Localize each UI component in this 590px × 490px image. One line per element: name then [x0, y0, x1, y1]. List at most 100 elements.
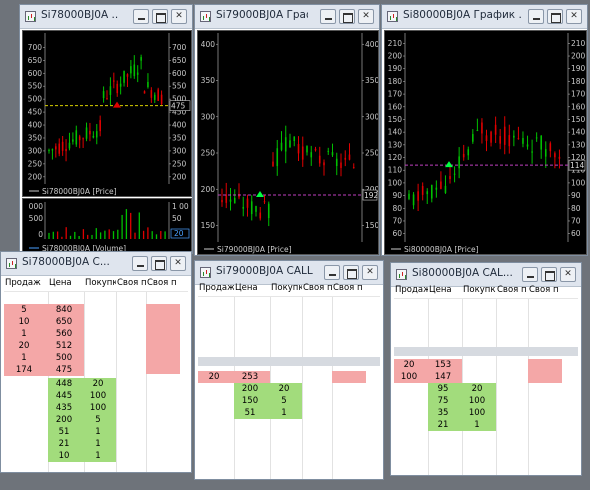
title-bar[interactable]: Si78000BJ0A ... — [20, 5, 192, 29]
price-cell[interactable]: 147 — [428, 372, 458, 383]
price-cell[interactable]: 75 — [428, 396, 458, 407]
column-header[interactable]: Своя п — [496, 285, 528, 298]
buy-volume-cell[interactable]: 1 — [462, 420, 492, 431]
minimize-button[interactable] — [320, 9, 336, 24]
title-bar[interactable]: Si78000BJ0A C... — [1, 252, 191, 276]
price-chart-panel[interactable]: 400 400 350 350 300 300 250 250 200 200 150 150 192 S… — [197, 30, 379, 255]
column-header[interactable]: Продаж — [394, 285, 428, 298]
buy-volume-cell[interactable]: 1 — [84, 427, 112, 438]
minimize-button[interactable] — [133, 9, 149, 24]
price-cell[interactable]: 150 — [234, 396, 266, 407]
sell-volume-cell[interactable]: 174 — [4, 365, 44, 376]
volume-chart-panel[interactable]: 000 500 0 1 00 50 20 Si78000BJ0A [Volume] — [22, 198, 192, 253]
sell-volume-cell[interactable]: 1 — [4, 329, 44, 340]
buy-volume-cell[interactable]: 1 — [84, 439, 112, 450]
buy-volume-cell[interactable]: 1 — [270, 408, 298, 419]
sell-volume-cell[interactable]: 20 — [4, 341, 44, 352]
close-button[interactable] — [560, 267, 576, 282]
price-cell[interactable]: 253 — [234, 372, 266, 383]
buy-volume-cell[interactable]: 5 — [270, 396, 298, 407]
column-header[interactable]: Своя п — [146, 278, 180, 291]
title-bar[interactable]: Si79000BJ0A CALL ... — [195, 261, 383, 285]
price-cell[interactable]: 51 — [48, 427, 80, 438]
minimize-button[interactable] — [324, 265, 340, 280]
buy-volume-cell[interactable]: 20 — [462, 384, 492, 395]
price-cell[interactable]: 650 — [48, 317, 80, 328]
buy-volume-cell[interactable]: 20 — [84, 379, 112, 390]
price-cell[interactable]: 51 — [234, 408, 266, 419]
maximize-button[interactable] — [547, 9, 563, 24]
buy-volume-cell[interactable]: 20 — [270, 384, 298, 395]
price-cell[interactable]: 560 — [48, 329, 80, 340]
table-header: ПродажЦенаПокупкаСвоя пСвоя п — [394, 285, 578, 299]
column-header[interactable]: Покупка — [270, 283, 302, 296]
chart-window-si78000[interactable]: Si78000BJ0A ... 700 700 650 650 600 600 550 550… — [19, 4, 193, 254]
column-header[interactable]: Продаж — [198, 283, 234, 296]
title-bar[interactable]: Si80000BJ0A График ... — [382, 5, 587, 29]
close-button[interactable] — [566, 9, 582, 24]
column-header[interactable]: Цена — [48, 278, 84, 291]
price-cell[interactable]: 500 — [48, 353, 80, 364]
column-header[interactable]: Своя п — [302, 283, 332, 296]
sell-volume-cell[interactable]: 20 — [198, 372, 230, 383]
buy-volume-cell[interactable]: 100 — [462, 396, 492, 407]
price-cell[interactable]: 21 — [48, 439, 80, 450]
column-header[interactable]: Своя п — [116, 278, 146, 291]
price-cell[interactable]: 445 — [48, 391, 80, 402]
price-chart-panel[interactable]: 210 210 200 200 190 190 180 180 170 170 160 160 150 1… — [384, 30, 587, 255]
price-cell[interactable]: 512 — [48, 341, 80, 352]
buy-volume-cell[interactable]: 100 — [84, 403, 112, 414]
minimize-button[interactable] — [132, 256, 148, 271]
column-header[interactable]: Продаж — [4, 278, 48, 291]
chart-window-si79000[interactable]: Si79000BJ0A Граф... 400 400 350 350 300 300 25… — [194, 4, 380, 256]
column-header[interactable]: Покупка — [462, 285, 496, 298]
quotes-window-si79000[interactable]: Si79000BJ0A CALL ... ПродажЦенаПокупкаСв… — [194, 260, 384, 480]
column-header[interactable]: Цена — [234, 283, 270, 296]
price-cell[interactable]: 10 — [48, 451, 80, 462]
column-header[interactable]: Своя п — [332, 283, 366, 296]
sell-volume-cell[interactable]: 5 — [4, 305, 44, 316]
sell-volume-cell[interactable]: 10 — [4, 317, 44, 328]
sell-volume-cell[interactable]: 1 — [4, 353, 44, 364]
buy-volume-cell[interactable]: 100 — [84, 391, 112, 402]
minimize-button[interactable] — [528, 9, 544, 24]
maximize-button[interactable] — [152, 9, 168, 24]
price-cell[interactable]: 840 — [48, 305, 80, 316]
price-cell[interactable]: 200 — [234, 384, 266, 395]
price-cell[interactable]: 200 — [48, 415, 80, 426]
price-cell[interactable]: 153 — [428, 360, 458, 371]
column-header[interactable]: Цена — [428, 285, 462, 298]
price-cell[interactable]: 95 — [428, 384, 458, 395]
quotes-table[interactable]: ПродажЦенаПокупкаСвоя пСвоя п20153100147… — [394, 285, 578, 475]
maximize-button[interactable] — [541, 267, 557, 282]
sell-volume-cell[interactable]: 100 — [394, 372, 424, 383]
close-button[interactable] — [362, 265, 378, 280]
quotes-window-si80000[interactable]: Si80000BJ0A CAL... ПродажЦенаПокупкаСвоя… — [390, 262, 582, 476]
close-button[interactable] — [358, 9, 374, 24]
buy-volume-cell[interactable]: 1 — [84, 451, 112, 462]
column-header[interactable]: Своя п — [528, 285, 562, 298]
buy-volume-cell[interactable]: 5 — [84, 415, 112, 426]
close-button[interactable] — [171, 9, 187, 24]
maximize-button[interactable] — [339, 9, 355, 24]
maximize-button[interactable] — [343, 265, 359, 280]
close-button[interactable] — [170, 256, 186, 271]
title-bar[interactable]: Si79000BJ0A Граф... — [195, 5, 379, 29]
title-bar[interactable]: Si80000BJ0A CAL... — [391, 263, 581, 287]
price-cell[interactable]: 475 — [48, 365, 80, 376]
price-cell[interactable]: 21 — [428, 420, 458, 431]
maximize-button[interactable] — [151, 256, 167, 271]
minimize-button[interactable] — [522, 267, 538, 282]
chart-window-si80000[interactable]: Si80000BJ0A График ... 210 210 200 200 190 19… — [381, 4, 588, 256]
buy-volume-cell[interactable]: 100 — [462, 408, 492, 419]
price-cell[interactable]: 35 — [428, 408, 458, 419]
price-chart-panel[interactable]: 700 700 650 650 600 600 550 550 500 500 450 450 400 4… — [22, 30, 192, 197]
quotes-window-si78000[interactable]: Si78000BJ0A C... ПродажЦенаПокупкаСвоя п… — [0, 251, 192, 473]
price-cell[interactable]: 435 — [48, 403, 80, 414]
quotes-table[interactable]: ПродажЦенаПокупкаСвоя пСвоя п58401065015… — [4, 278, 188, 472]
candle-body — [481, 122, 483, 134]
price-cell[interactable]: 448 — [48, 379, 80, 390]
quotes-table[interactable]: ПродажЦенаПокупкаСвоя пСвоя п20253200201… — [198, 283, 380, 479]
sell-volume-cell[interactable]: 20 — [394, 360, 424, 371]
column-header[interactable]: Покупка — [84, 278, 116, 291]
